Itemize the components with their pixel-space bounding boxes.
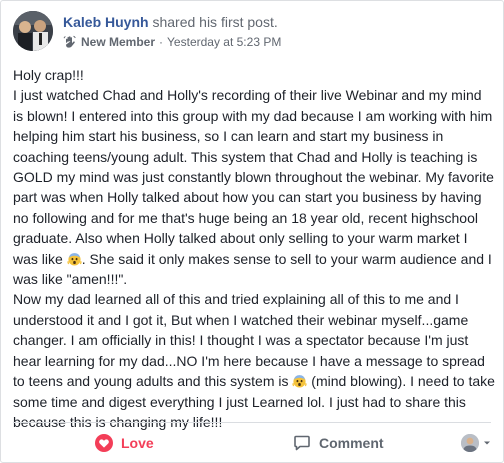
post-header: Kaleb Huynh shared his first post. New M… — [13, 11, 491, 55]
wave-hand-icon — [63, 35, 77, 49]
post-timestamp[interactable]: Yesterday at 5:23 PM — [167, 34, 281, 50]
paragraph-1-text-b: . She said it only makes sense to sell t… — [13, 250, 492, 288]
meta-separator: · — [159, 35, 164, 49]
post-actions-bar: Love Comment — [13, 422, 491, 463]
shared-post-text: shared his first post. — [152, 14, 278, 30]
post-paragraph-1: I just watched Chad and Holly's recordin… — [13, 85, 495, 289]
comment-button[interactable]: Comment — [293, 431, 384, 455]
heart-icon — [95, 434, 113, 452]
comment-bubble-icon — [293, 434, 311, 452]
author-name-link[interactable]: Kaleb Huynh — [63, 14, 149, 30]
viewer-avatar — [461, 434, 479, 452]
love-label: Love — [121, 435, 154, 451]
author-avatar[interactable] — [13, 11, 53, 51]
author-line: Kaleb Huynh shared his first post. — [63, 13, 281, 31]
header-text: Kaleb Huynh shared his first post. New M… — [63, 13, 281, 50]
love-button[interactable]: Love — [95, 431, 154, 455]
caret-down-icon — [484, 441, 490, 445]
shocked-face-emoji-icon — [292, 373, 307, 388]
shocked-face-emoji-icon — [67, 251, 82, 266]
comment-label: Comment — [319, 435, 384, 451]
post-meta: New Member · Yesterday at 5:23 PM — [63, 34, 281, 50]
post-text-line-1: Holy crap!!! — [13, 67, 84, 83]
paragraph-1-text-a: I just watched Chad and Holly's recordin… — [13, 87, 494, 267]
post-body: Holy crap!!! I just watched Chad and Hol… — [13, 65, 495, 432]
reaction-identity-selector[interactable] — [461, 434, 491, 452]
post-paragraph-2: Now my dad learned all of this and tried… — [13, 289, 495, 432]
group-post-card: Kaleb Huynh shared his first post. New M… — [0, 0, 504, 463]
new-member-badge: New Member — [81, 35, 156, 49]
